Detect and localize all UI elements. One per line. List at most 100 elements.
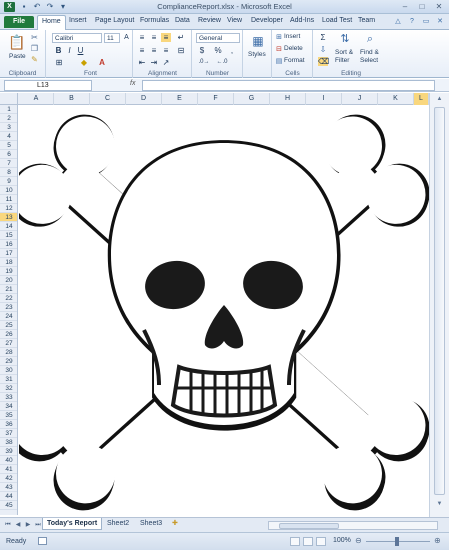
align-center-icon[interactable]: ≡ <box>149 46 159 55</box>
tab-load-test[interactable]: Load Test <box>322 17 352 24</box>
delete-button[interactable]: Delete <box>284 45 303 52</box>
restore-icon[interactable]: ▭ <box>421 17 431 27</box>
name-box[interactable]: L13 <box>4 80 92 91</box>
row-header[interactable]: 3 <box>0 123 17 132</box>
borders-icon[interactable]: ⊞ <box>54 58 64 67</box>
align-left-icon[interactable]: ≡ <box>137 46 147 55</box>
grow-font-icon[interactable]: A <box>122 33 131 42</box>
minimize-icon[interactable]: – <box>399 1 411 12</box>
tab-data[interactable]: Data <box>175 17 190 24</box>
tab-home[interactable]: Home <box>37 15 66 30</box>
bold-icon[interactable]: B <box>54 46 63 55</box>
column-header[interactable]: K <box>378 93 414 105</box>
decrease-indent-icon[interactable]: ⇤ <box>137 58 147 67</box>
sheet-tab-sheet2[interactable]: Sheet2 <box>103 518 133 530</box>
percent-button[interactable]: % <box>213 46 223 55</box>
column-header[interactable]: I <box>306 93 342 105</box>
row-header[interactable]: 39 <box>0 447 17 456</box>
sheet-tab-sheet3[interactable]: Sheet3 <box>136 518 166 530</box>
horizontal-scroll-thumb[interactable] <box>279 523 339 529</box>
autosum-button[interactable]: Σ <box>318 33 328 42</box>
row-header[interactable]: 17 <box>0 249 17 258</box>
insert-sheet-icon[interactable]: ✚ <box>168 518 182 530</box>
insert-function-button[interactable]: fx <box>130 80 135 87</box>
minimize-ribbon-icon[interactable]: △ <box>393 17 403 27</box>
tab-insert[interactable]: Insert <box>69 17 87 24</box>
align-bottom-icon[interactable]: ≡ <box>161 33 171 42</box>
maximize-icon[interactable]: □ <box>416 1 428 12</box>
font-name-select[interactable]: Calibri <box>52 33 102 43</box>
row-header[interactable]: 26 <box>0 330 17 339</box>
row-header[interactable]: 16 <box>0 240 17 249</box>
row-header[interactable]: 41 <box>0 465 17 474</box>
orientation-icon[interactable]: ↗ <box>161 58 171 67</box>
paste-button[interactable]: Paste <box>9 53 26 60</box>
row-header[interactable]: 30 <box>0 366 17 375</box>
font-color-icon[interactable]: A <box>97 58 107 67</box>
row-header[interactable]: 2 <box>0 114 17 123</box>
help-icon[interactable]: ? <box>407 17 417 27</box>
row-header[interactable]: 40 <box>0 456 17 465</box>
next-sheet-icon[interactable]: ▶ <box>24 521 32 530</box>
row-header[interactable]: 35 <box>0 411 17 420</box>
fill-color-icon[interactable]: ◆ <box>79 58 89 67</box>
increase-decimal-icon[interactable]: .0→ <box>197 58 211 67</box>
zoom-in-icon[interactable]: ⊕ <box>434 536 441 545</box>
column-header-selected[interactable]: L <box>414 93 429 105</box>
row-header[interactable]: 27 <box>0 339 17 348</box>
merge-center-icon[interactable]: ⊟ <box>176 46 186 55</box>
underline-icon[interactable]: U <box>76 46 85 55</box>
page-break-view-icon[interactable] <box>316 537 326 546</box>
row-header[interactable]: 36 <box>0 420 17 429</box>
scroll-up-icon[interactable]: ▲ <box>434 96 445 105</box>
decrease-decimal-icon[interactable]: ←.0 <box>215 58 229 67</box>
sort-filter-icon[interactable]: ⇅ <box>338 33 352 46</box>
paste-icon[interactable]: 📋 <box>8 33 25 51</box>
row-header[interactable]: 15 <box>0 231 17 240</box>
tab-team[interactable]: Team <box>358 17 375 24</box>
align-top-icon[interactable]: ≡ <box>137 33 147 42</box>
tab-developer[interactable]: Developer <box>251 17 283 24</box>
row-header[interactable]: 28 <box>0 348 17 357</box>
format-cells-icon[interactable]: ▤ <box>275 57 283 66</box>
tab-review[interactable]: Review <box>198 17 221 24</box>
find-button[interactable]: Find & <box>360 49 379 56</box>
vertical-scrollbar[interactable]: ▲ ▼ <box>429 93 449 517</box>
row-header[interactable]: 14 <box>0 222 17 231</box>
italic-icon[interactable]: I <box>65 46 74 55</box>
select-all-button[interactable] <box>0 93 18 105</box>
row-header[interactable]: 5 <box>0 141 17 150</box>
row-header[interactable]: 38 <box>0 438 17 447</box>
column-header[interactable]: H <box>270 93 306 105</box>
row-header[interactable]: 4 <box>0 132 17 141</box>
row-header[interactable]: 44 <box>0 492 17 501</box>
close-workbook-icon[interactable]: ✕ <box>435 17 445 27</box>
insert-button[interactable]: Insert <box>284 33 300 40</box>
cut-icon[interactable]: ✂ <box>30 33 39 42</box>
row-header[interactable]: 21 <box>0 285 17 294</box>
row-header[interactable]: 34 <box>0 402 17 411</box>
prev-sheet-icon[interactable]: ◀ <box>14 521 22 530</box>
row-header[interactable]: 42 <box>0 474 17 483</box>
row-header[interactable]: 10 <box>0 186 17 195</box>
format-painter-icon[interactable]: ✎ <box>30 55 39 64</box>
row-header[interactable]: 8 <box>0 168 17 177</box>
column-header[interactable]: F <box>198 93 234 105</box>
worksheet-grid[interactable] <box>19 105 429 515</box>
font-size-select[interactable]: 11 <box>104 33 120 43</box>
column-header[interactable]: C <box>90 93 126 105</box>
row-header[interactable]: 29 <box>0 357 17 366</box>
zoom-level[interactable]: 100% <box>333 537 351 544</box>
filter-button[interactable]: Filter <box>335 57 349 64</box>
select-button[interactable]: Select <box>360 57 378 64</box>
skull-crossbones-image[interactable] <box>19 105 429 515</box>
sort-button[interactable]: Sort & <box>335 49 353 56</box>
align-middle-icon[interactable]: ≡ <box>149 33 159 42</box>
tab-add-ins[interactable]: Add-Ins <box>290 17 314 24</box>
wrap-text-icon[interactable]: ↵ <box>176 33 186 42</box>
row-header[interactable]: 1 <box>0 105 17 114</box>
currency-icon[interactable]: $ <box>197 46 207 55</box>
row-header[interactable]: 19 <box>0 267 17 276</box>
format-button[interactable]: Format <box>284 57 305 64</box>
column-header[interactable]: E <box>162 93 198 105</box>
